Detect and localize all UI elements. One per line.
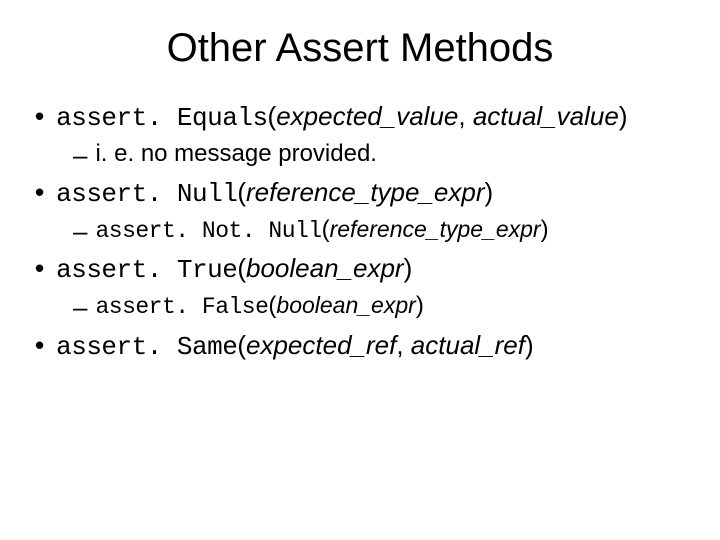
sub-body: i. e. no message provided. (95, 138, 685, 170)
param: boolean_expr (246, 253, 404, 283)
bullet-assert-true: • assert. True(boolean_expr) (35, 251, 685, 288)
bullet-dot-icon: • (35, 175, 44, 210)
slide: Other Assert Methods • assert. Equals(ex… (0, 0, 720, 540)
param-expected: expected_ref (246, 330, 396, 360)
paren-open: ( (237, 253, 246, 283)
sub-body: assert. False(boolean_expr) (95, 290, 685, 323)
paren-close: ) (404, 253, 413, 283)
bullet-assert-same: • assert. Same(expected_ref, actual_ref) (35, 328, 685, 365)
bullet-body: assert. Equals(expected_value, actual_va… (56, 99, 685, 136)
method-name: assert. Not. Null (95, 218, 321, 244)
method-name: assert. Equals (56, 103, 267, 133)
sub-bullet-assert-not-null: – assert. Not. Null(reference_type_expr) (73, 214, 685, 249)
paren-open: ( (268, 101, 277, 131)
slide-content: • assert. Equals(expected_value, actual_… (35, 99, 685, 365)
bullet-body: assert. True(boolean_expr) (56, 251, 685, 288)
sub-bullet-no-message: – i. e. no message provided. (73, 138, 685, 173)
paren-close: ) (541, 216, 549, 243)
bullet-body: assert. Same(expected_ref, actual_ref) (56, 328, 685, 365)
method-name: assert. False (95, 294, 268, 320)
paren-close: ) (619, 101, 628, 131)
param: reference_type_expr (246, 177, 484, 207)
paren-close: ) (525, 330, 534, 360)
bullet-assert-equals: • assert. Equals(expected_value, actual_… (35, 99, 685, 136)
param-actual: actual_value (473, 101, 619, 131)
dash-icon: – (73, 214, 87, 249)
slide-title: Other Assert Methods (35, 26, 685, 71)
param: boolean_expr (276, 292, 415, 318)
method-name: assert. Null (56, 179, 237, 209)
dash-icon: – (73, 138, 87, 173)
bullet-body: assert. Null(reference_type_expr) (56, 175, 685, 212)
paren-open: ( (322, 216, 330, 243)
bullet-dot-icon: • (35, 99, 44, 134)
method-name: assert. Same (56, 332, 237, 362)
comma: , (458, 101, 472, 131)
paren-open: ( (237, 177, 246, 207)
sub-bullet-assert-false: – assert. False(boolean_expr) (73, 290, 685, 325)
bullet-dot-icon: • (35, 328, 44, 363)
param-actual: actual_ref (411, 330, 525, 360)
dash-icon: – (73, 290, 87, 325)
comma: , (396, 330, 410, 360)
param-expected: expected_value (276, 101, 458, 131)
paren-close: ) (485, 177, 494, 207)
paren-open: ( (237, 330, 246, 360)
param: reference_type_expr (330, 216, 541, 242)
method-name: assert. True (56, 255, 237, 285)
bullet-dot-icon: • (35, 251, 44, 286)
bullet-assert-null: • assert. Null(reference_type_expr) (35, 175, 685, 212)
sub-body: assert. Not. Null(reference_type_expr) (95, 214, 685, 247)
paren-close: ) (416, 292, 424, 319)
